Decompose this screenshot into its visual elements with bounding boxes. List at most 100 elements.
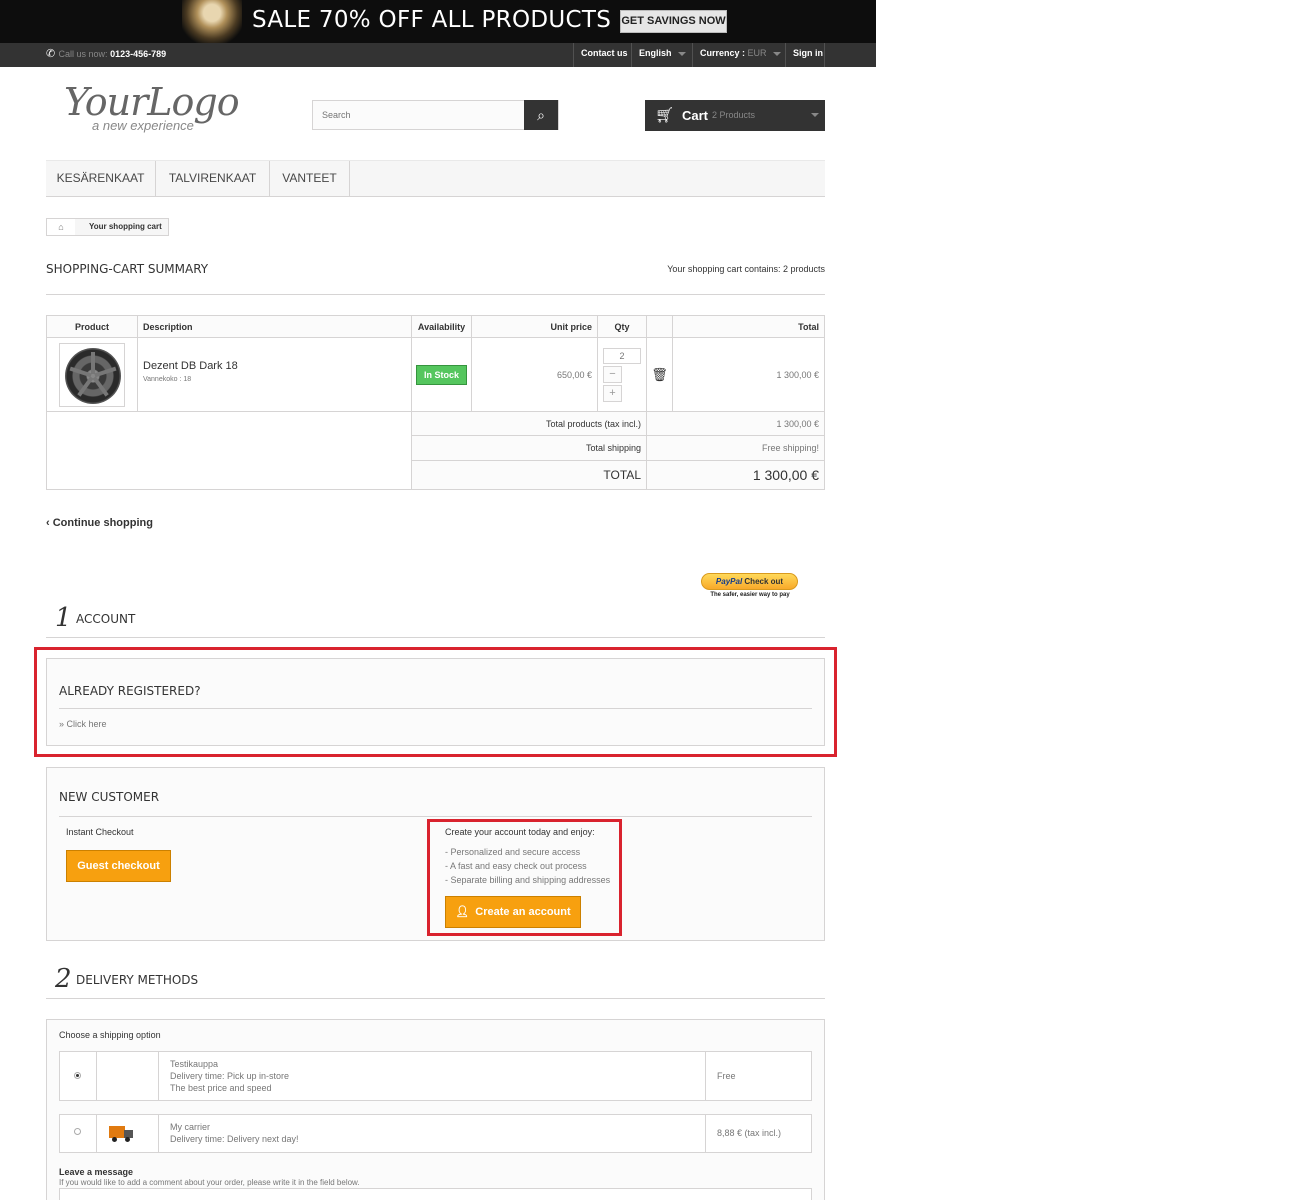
paypal-action: Check out	[744, 577, 784, 586]
col-availability: Availability	[411, 315, 472, 338]
col-product: Product	[46, 315, 138, 338]
call-label: Call us now:	[58, 49, 108, 59]
currency-selector[interactable]: Currency : EUR	[692, 43, 785, 67]
carrier-name: My carrier	[170, 1122, 210, 1132]
logo-main: YourLogo	[64, 80, 240, 124]
guest-checkout-button[interactable]: Guest checkout	[66, 850, 171, 882]
divider	[705, 1052, 706, 1100]
leave-message-title: Leave a message	[59, 1167, 134, 1177]
availability-cell: In Stock	[411, 337, 472, 412]
contact-link[interactable]: Contact us	[573, 43, 631, 67]
delivery-panel: Choose a shipping option	[46, 1019, 825, 1200]
new-customer-title: NEW CUSTOMER	[59, 790, 160, 804]
paypal-brand: PayPal	[715, 577, 743, 586]
paypal-checkout-button[interactable]: PayPal Check out The safer, easier way t…	[701, 573, 799, 601]
contact-label: Contact us	[581, 48, 628, 58]
cart-block[interactable]: 🛒︎ Cart 2 Products	[645, 100, 825, 131]
language-selector[interactable]: English	[631, 43, 692, 67]
status-badge: In Stock	[415, 364, 467, 385]
account-title: ACCOUNT	[76, 612, 136, 626]
unit-price: 650,00 €	[471, 337, 598, 412]
empty-cell	[46, 411, 412, 490]
top-nav-bar: ✆ Call us now: 0123-456-789 Contact us E…	[0, 43, 876, 67]
currency-label: Currency :	[700, 48, 746, 58]
search-box: ⌕	[312, 100, 559, 130]
grand-total-value: 1 300,00 €	[646, 460, 825, 490]
cart-count-text: Your shopping cart contains: 2 products	[667, 264, 825, 274]
step-number-1: 1	[55, 603, 72, 633]
menu-item-kesarenkaat[interactable]: KESÄRENKAAT	[46, 161, 156, 197]
description-cell: Dezent DB Dark 18 Vannekoko : 18	[137, 337, 412, 412]
qty-plus-button[interactable]: +	[603, 384, 622, 402]
shipping-price: 8,88 € (tax incl.)	[717, 1128, 782, 1138]
delivery-note: The best price and speed	[170, 1083, 272, 1093]
total-products-label: Total products (tax incl.)	[411, 411, 647, 436]
breadcrumb: ⌂ Your shopping cart	[46, 218, 169, 236]
carrier-name: Testikauppa	[170, 1059, 219, 1069]
table-row: Dezent DB Dark 18 Vannekoko : 18 In Stoc…	[46, 337, 825, 412]
radio-cell	[60, 1115, 97, 1152]
cart-table: Product Description Availability Unit pr…	[46, 315, 825, 490]
qty-minus-button[interactable]: −	[603, 365, 622, 383]
delivery-time: Delivery time: Pick up in-store	[170, 1071, 290, 1081]
divider	[705, 1115, 706, 1152]
highlight-frame	[427, 819, 622, 936]
wheel-image	[65, 347, 121, 404]
chevron-down-icon	[811, 113, 819, 117]
radio-cell	[60, 1052, 97, 1100]
qty-cell: 2 − +	[597, 337, 647, 412]
promo-banner[interactable]: SALE 70% OFF ALL PRODUCTS GET SAVINGS NO…	[0, 0, 876, 43]
shipping-price: Free	[717, 1071, 736, 1081]
search-button[interactable]: ⌕	[524, 100, 558, 130]
main-menu: KESÄRENKAAT TALVIRENKAAT VANTEET	[46, 160, 825, 197]
col-description: Description	[137, 315, 412, 338]
shipping-option-info: Testikauppa Delivery time: Pick up in-st…	[170, 1058, 289, 1094]
page-title: SHOPPING-CART SUMMARY	[46, 262, 209, 276]
total-shipping-value: Free shipping!	[646, 435, 825, 461]
message-textarea[interactable]	[59, 1188, 812, 1200]
table-header-row: Product Description Availability Unit pr…	[46, 315, 825, 338]
delete-cell: 🗑︎	[646, 337, 673, 412]
search-input[interactable]	[313, 101, 523, 129]
shipping-option-row[interactable]: My carrier Delivery time: Delivery next …	[59, 1114, 812, 1153]
menu-item-vanteet[interactable]: VANTEET	[270, 161, 350, 197]
signin-link[interactable]: Sign in	[785, 43, 825, 67]
trash-icon[interactable]: 🗑︎	[651, 367, 668, 382]
col-total: Total	[672, 315, 825, 338]
product-image-cell	[46, 337, 138, 412]
line-total: 1 300,00 €	[672, 337, 825, 412]
phone-info: ✆ Call us now: 0123-456-789	[46, 47, 166, 60]
product-image[interactable]	[59, 342, 125, 407]
menu-item-talvirenkaat[interactable]: TALVIRENKAAT	[156, 161, 270, 197]
home-icon[interactable]: ⌂	[47, 219, 75, 235]
col-qty: Qty	[597, 315, 647, 338]
shipping-option-info: My carrier Delivery time: Delivery next …	[170, 1121, 299, 1145]
carrier-logo-cell	[97, 1115, 159, 1152]
product-attribute: Vannekoko : 18	[143, 376, 192, 383]
delivery-title: DELIVERY METHODS	[76, 973, 199, 987]
site-logo[interactable]: YourLogo a new experience	[64, 82, 254, 138]
truck-icon	[109, 1124, 133, 1142]
shipping-radio[interactable]	[74, 1128, 81, 1135]
currency-value: EUR	[747, 48, 767, 58]
language-label: English	[639, 48, 672, 58]
divider	[59, 816, 812, 817]
phone-icon: ✆	[46, 48, 56, 60]
continue-shopping-link[interactable]: ‹ Continue shopping	[46, 517, 153, 529]
get-savings-button[interactable]: GET SAVINGS NOW	[620, 10, 727, 33]
banner-headline: SALE 70% OFF ALL PRODUCTS	[252, 7, 612, 33]
shipping-radio[interactable]	[74, 1072, 81, 1079]
continue-shopping-label: Continue shopping	[52, 517, 153, 529]
chevron-left-icon: ‹	[46, 517, 50, 529]
cart-count: 2 Products	[712, 110, 756, 120]
banner-model-image	[182, 0, 242, 43]
divider	[46, 294, 825, 295]
quantity-input[interactable]: 2	[603, 347, 641, 364]
chevron-down-icon	[772, 51, 781, 56]
search-icon: ⌕	[537, 107, 545, 123]
grand-total-label: TOTAL	[411, 460, 647, 490]
product-name-link[interactable]: Dezent DB Dark 18	[143, 360, 411, 372]
logo-tagline: a new experience	[92, 118, 194, 133]
shipping-option-row[interactable]: Testikauppa Delivery time: Pick up in-st…	[59, 1051, 812, 1101]
instant-checkout-label: Instant Checkout	[66, 827, 134, 837]
